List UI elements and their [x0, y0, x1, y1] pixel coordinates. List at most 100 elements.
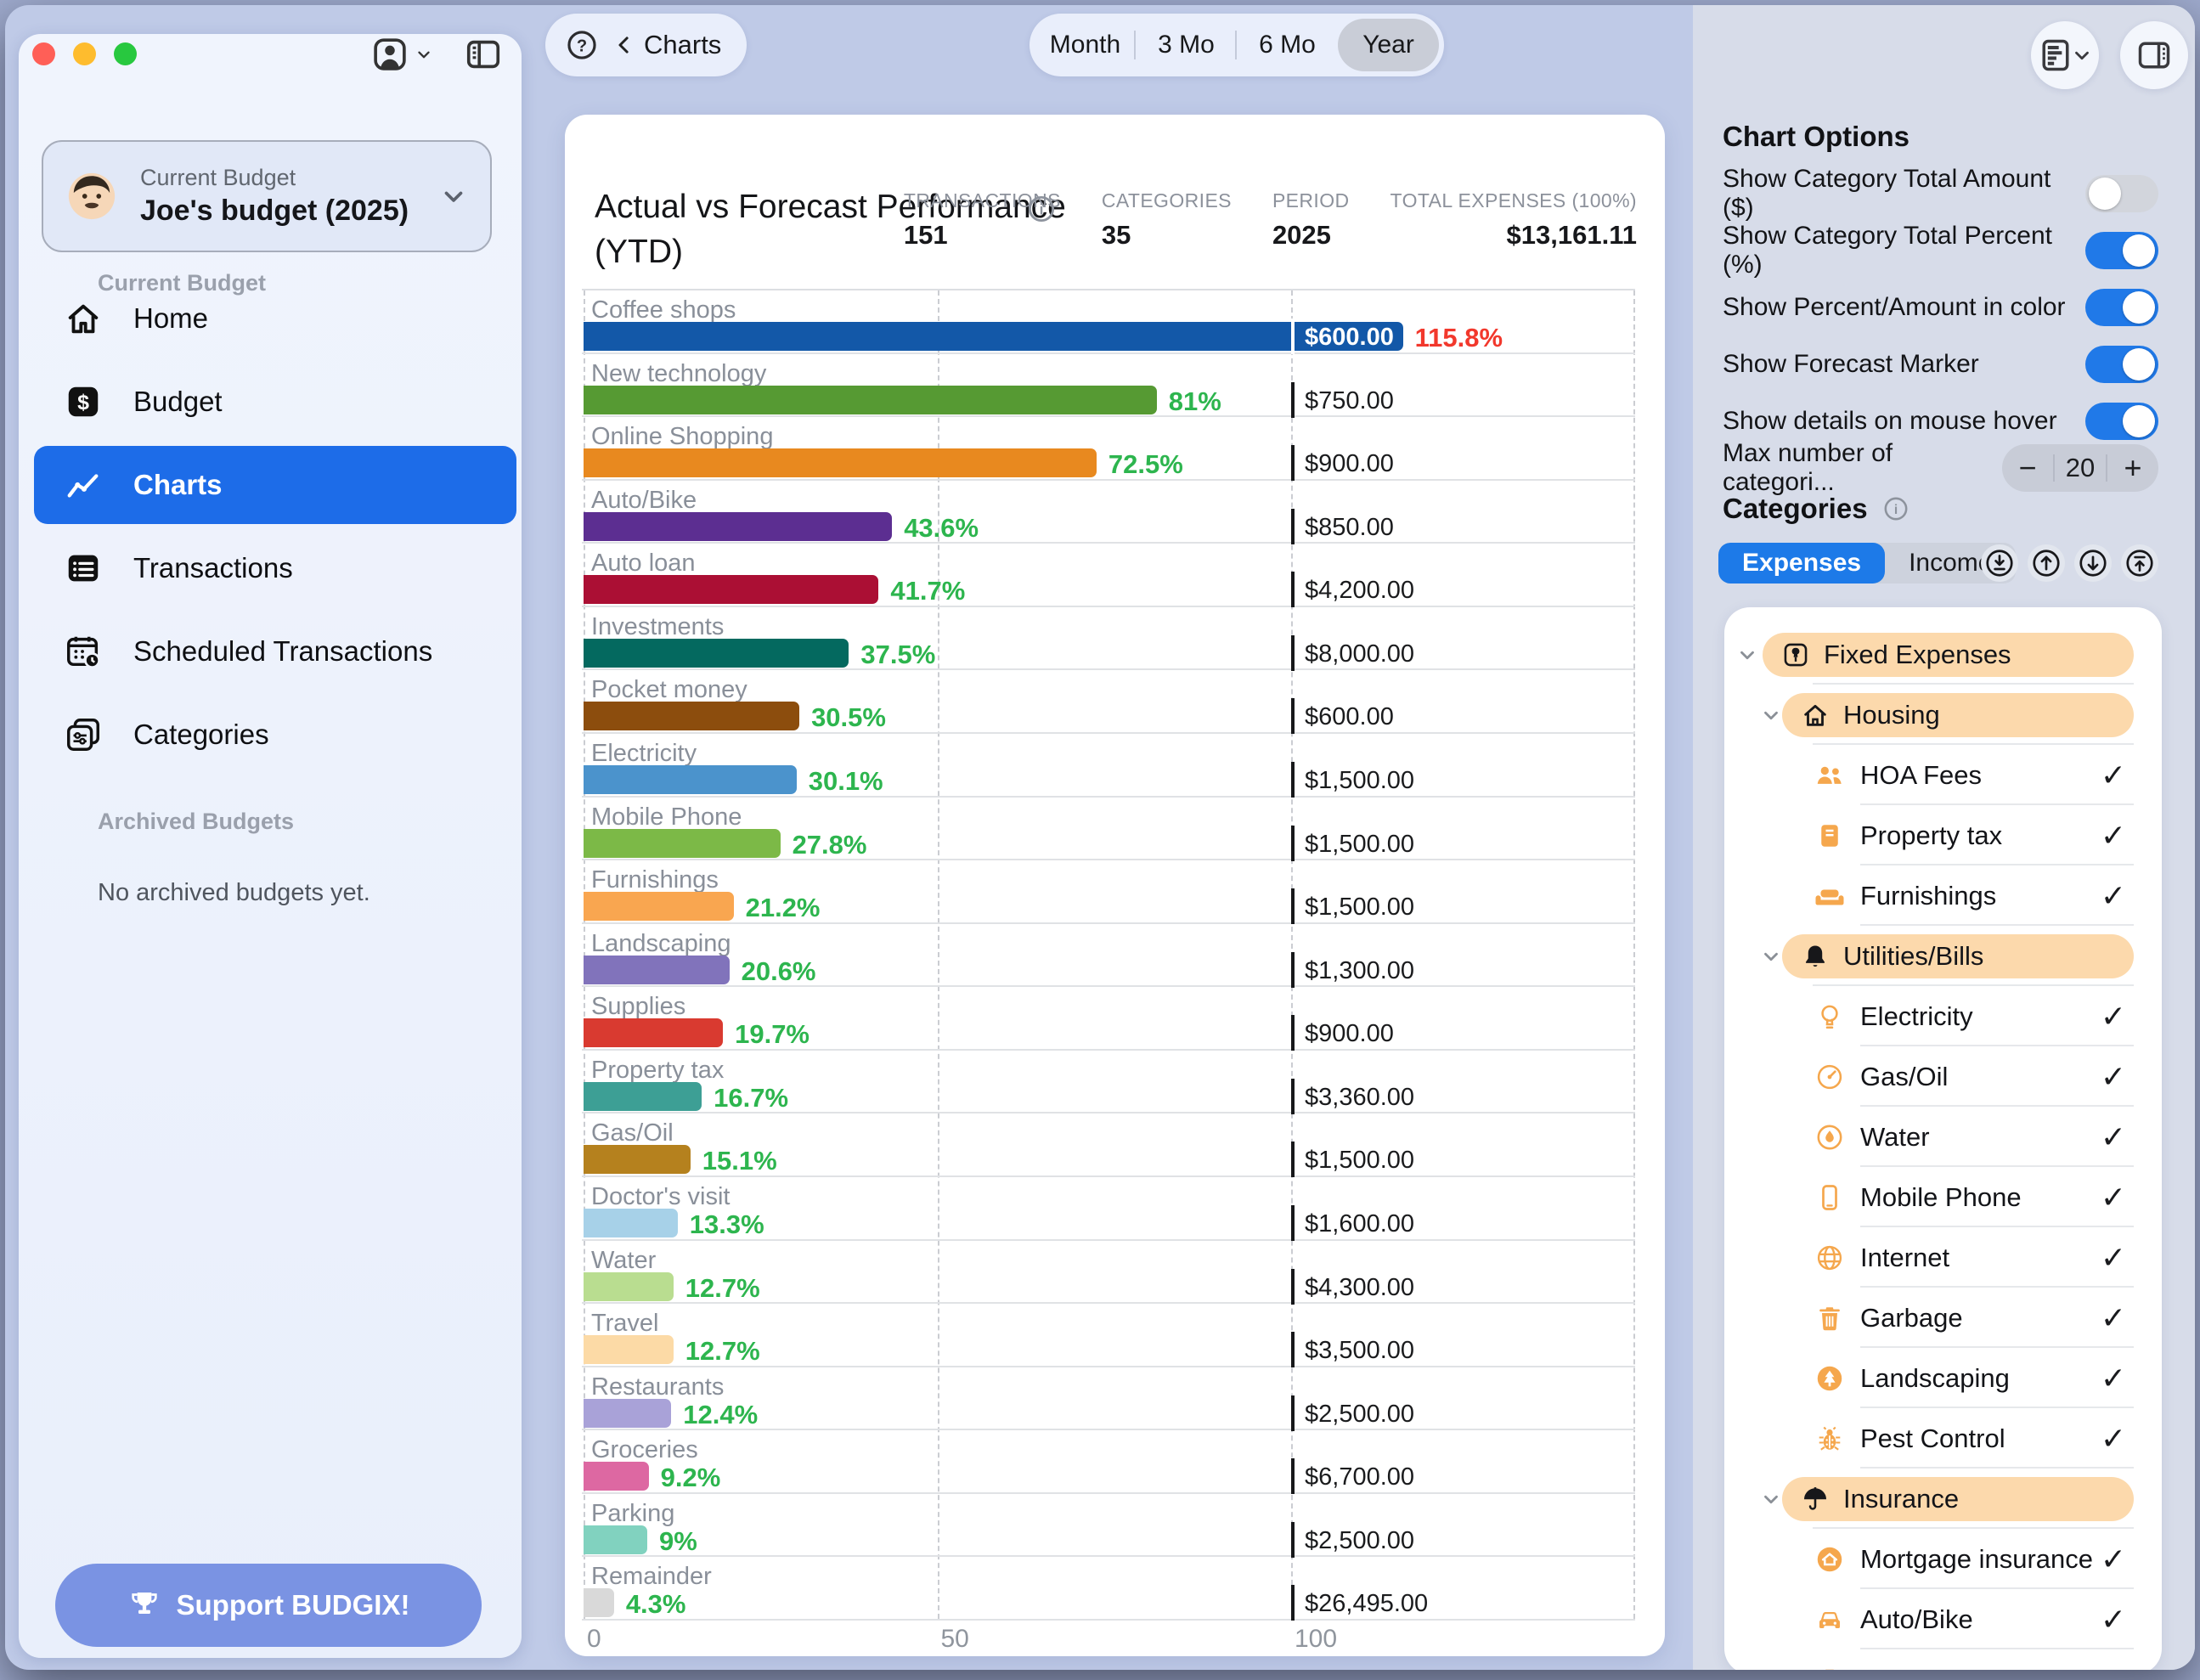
sidebar-item-categories[interactable]: Categories — [34, 693, 516, 776]
chart-row-coffee-shops[interactable]: Coffee shops$600.00115.8% — [582, 290, 1635, 354]
chart-row-online-shopping[interactable]: Online Shopping$900.0072.5% — [582, 417, 1635, 481]
sidebar-item-budget[interactable]: $Budget — [34, 360, 516, 443]
actual-bar[interactable] — [584, 956, 730, 984]
chart-row-doctor-s-visit[interactable]: Doctor's visit$1,600.0013.3% — [582, 1177, 1635, 1241]
category-auto-bike[interactable]: Auto/Bike✓ — [1724, 1589, 2162, 1649]
category-mobile-phone[interactable]: Mobile Phone✓ — [1724, 1167, 2162, 1227]
budget-selector[interactable]: Current Budget Joe's budget (2025) — [42, 140, 492, 252]
check-icon[interactable]: ✓ — [2101, 1180, 2126, 1215]
segment-3-mo[interactable]: 3 Mo — [1136, 19, 1237, 71]
category-electricity[interactable]: Electricity✓ — [1724, 986, 2162, 1046]
chart-row-supplies[interactable]: Supplies$900.0019.7% — [582, 987, 1635, 1051]
chart-row-property-tax[interactable]: Property tax$3,360.0016.7% — [582, 1051, 1635, 1114]
close-button[interactable] — [32, 42, 55, 65]
segment-month[interactable]: Month — [1035, 19, 1136, 71]
check-icon[interactable]: ✓ — [2101, 1240, 2126, 1276]
sidebar-item-transactions[interactable]: Transactions — [34, 527, 516, 610]
actual-bar[interactable] — [584, 1209, 678, 1237]
actual-bar[interactable] — [584, 1399, 671, 1428]
actual-bar[interactable] — [584, 1082, 702, 1111]
chevron-down-icon[interactable] — [1760, 1488, 1782, 1510]
check-icon[interactable]: ✓ — [2101, 878, 2126, 914]
info-icon[interactable]: i — [1881, 494, 1910, 523]
category-fixed-expenses[interactable]: Fixed Expenses — [1724, 624, 2162, 685]
segment-year[interactable]: Year — [1338, 19, 1439, 71]
chart-row-groceries[interactable]: Groceries$6,700.009.2% — [582, 1430, 1635, 1494]
actual-bar[interactable] — [584, 322, 1403, 351]
category-landscaping[interactable]: Landscaping✓ — [1724, 1348, 2162, 1408]
chart-row-auto-bike[interactable]: Auto/Bike$850.0043.6% — [582, 481, 1635, 544]
category-internet[interactable]: Internet✓ — [1724, 1227, 2162, 1288]
chart-row-water[interactable]: Water$4,300.0012.7% — [582, 1241, 1635, 1305]
category-mortgage-insurance[interactable]: Mortgage insurance✓ — [1724, 1529, 2162, 1589]
chevron-down-icon[interactable] — [1760, 704, 1782, 726]
actual-bar[interactable] — [584, 1145, 691, 1174]
plus-button[interactable]: + — [2107, 446, 2158, 490]
actual-bar[interactable] — [584, 1462, 649, 1491]
check-icon[interactable]: ✓ — [2101, 999, 2126, 1034]
actual-bar[interactable] — [584, 1272, 674, 1301]
actual-bar[interactable] — [584, 448, 1097, 477]
chart-row-electricity[interactable]: Electricity$1,500.0030.1% — [582, 734, 1635, 798]
account-button[interactable] — [370, 35, 433, 74]
minimize-button[interactable] — [73, 42, 96, 65]
toggle-show-category-total-percent[interactable] — [2085, 232, 2158, 269]
category-hoa-fees[interactable]: HOA Fees✓ — [1724, 745, 2162, 805]
sidebar-item-scheduled-transactions[interactable]: Scheduled Transactions — [34, 610, 516, 693]
sidebar-item-charts[interactable]: Charts — [34, 446, 516, 524]
actual-bar[interactable] — [584, 386, 1157, 414]
check-icon[interactable]: ✓ — [2101, 818, 2126, 854]
minus-button[interactable]: − — [2002, 446, 2053, 490]
category-property-tax[interactable]: Property tax✓ — [1724, 805, 2162, 865]
actual-bar[interactable] — [584, 1018, 723, 1047]
actual-bar[interactable] — [584, 639, 849, 668]
chart-type-button[interactable] — [2031, 21, 2099, 89]
tab-expenses[interactable]: Expenses — [1718, 543, 1885, 583]
category-pill[interactable]: Fixed Expenses — [1763, 633, 2134, 677]
category-pest-control[interactable]: Pest Control✓ — [1724, 1408, 2162, 1469]
actual-bar[interactable] — [584, 892, 734, 921]
move-to-top-button[interactable] — [2121, 544, 2158, 582]
actual-bar[interactable] — [584, 575, 878, 604]
toggle-show-category-total-amount[interactable] — [2085, 175, 2158, 212]
check-icon[interactable]: ✓ — [2101, 1361, 2126, 1396]
chart-row-restaurants[interactable]: Restaurants$2,500.0012.4% — [582, 1367, 1635, 1431]
segment-6-mo[interactable]: 6 Mo — [1237, 19, 1338, 71]
move-down-button[interactable] — [2074, 544, 2112, 582]
category-pill[interactable]: Insurance — [1782, 1477, 2134, 1521]
category-furnishings[interactable]: Furnishings✓ — [1724, 865, 2162, 926]
chart-row-landscaping[interactable]: Landscaping$1,300.0020.6% — [582, 924, 1635, 988]
check-icon[interactable]: ✓ — [2101, 1542, 2126, 1577]
actual-bar[interactable] — [584, 1525, 647, 1554]
help-icon[interactable]: ? — [564, 27, 600, 63]
chart-row-parking[interactable]: Parking$2,500.009% — [582, 1494, 1635, 1558]
chart-row-auto-loan[interactable]: Auto loan$4,200.0041.7% — [582, 544, 1635, 607]
chart-row-furnishings[interactable]: Furnishings$1,500.0021.2% — [582, 860, 1635, 924]
category-life[interactable]: Life✓ — [1724, 1649, 2162, 1670]
check-icon[interactable]: ✓ — [2101, 758, 2126, 793]
check-icon[interactable]: ✓ — [2101, 1421, 2126, 1457]
check-icon[interactable]: ✓ — [2101, 1119, 2126, 1155]
support-budgix-button[interactable]: Support BUDGIX! — [55, 1564, 482, 1647]
actual-bar[interactable] — [584, 1588, 614, 1617]
check-icon[interactable]: ✓ — [2101, 1602, 2126, 1638]
check-icon[interactable]: ✓ — [2101, 1300, 2126, 1336]
move-up-button[interactable] — [2028, 544, 2065, 582]
category-water[interactable]: Water✓ — [1724, 1107, 2162, 1167]
chart-row-gas-oil[interactable]: Gas/Oil$1,500.0015.1% — [582, 1113, 1635, 1177]
chart-row-investments[interactable]: Investments$8,000.0037.5% — [582, 607, 1635, 671]
toggle-show-percent-amount-in-color[interactable] — [2085, 289, 2158, 326]
actual-bar[interactable] — [584, 702, 799, 730]
actual-bar[interactable] — [584, 512, 892, 541]
chart-row-pocket-money[interactable]: Pocket money$600.0030.5% — [582, 670, 1635, 734]
category-utilities-bills[interactable]: Utilities/Bills — [1724, 926, 2162, 986]
category-pill[interactable]: Housing — [1782, 693, 2134, 737]
sidebar-toggle-icon[interactable] — [464, 35, 503, 74]
chevron-down-icon[interactable] — [1760, 945, 1782, 967]
move-to-bottom-button[interactable] — [1981, 544, 2018, 582]
check-icon[interactable]: ✓ — [2101, 1662, 2126, 1671]
chart-row-new-technology[interactable]: New technology$750.0081% — [582, 354, 1635, 418]
actual-bar[interactable] — [584, 829, 781, 858]
category-pill[interactable]: Utilities/Bills — [1782, 934, 2134, 978]
zoom-button[interactable] — [114, 42, 137, 65]
